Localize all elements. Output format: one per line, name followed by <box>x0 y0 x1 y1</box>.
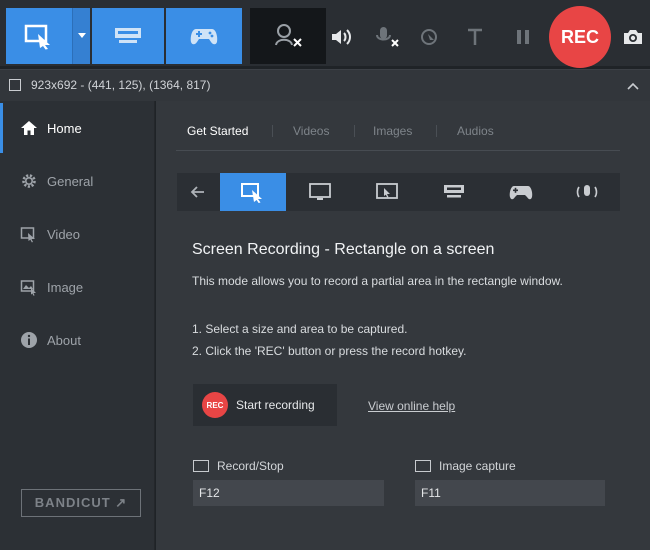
speaker-icon <box>332 29 351 45</box>
mode-selector <box>177 173 620 211</box>
rec-badge-icon: REC <box>202 392 228 418</box>
instruction-step: 2. Click the 'REC' button or press the r… <box>192 344 467 358</box>
mode-rectangle-button[interactable] <box>220 173 286 211</box>
hotkey-label-text: Record/Stop <box>217 459 284 473</box>
sidebar-item-image[interactable]: Image <box>0 262 155 312</box>
sidebar-item-about[interactable]: About <box>0 315 155 365</box>
start-recording-label: Start recording <box>236 398 315 412</box>
audio-icon <box>576 185 598 198</box>
sidebar-item-label: About <box>47 332 81 348</box>
hotkey-label-text: Image capture <box>439 459 516 473</box>
tab-separator <box>354 125 355 137</box>
start-recording-button[interactable]: REC Start recording <box>193 384 337 426</box>
sidebar-item-label: General <box>47 173 94 189</box>
page-title: Screen Recording - Rectangle on a screen <box>192 241 495 258</box>
image-capture-hotkey-field[interactable]: F11 <box>415 480 605 506</box>
pause-icon <box>517 30 529 44</box>
chevron-up-icon <box>627 82 639 90</box>
cursor-effect-icon <box>421 29 437 45</box>
cursor-effect-button[interactable] <box>416 20 442 54</box>
video-icon <box>19 224 39 244</box>
tab-separator <box>436 125 437 137</box>
gamepad-icon <box>190 29 218 45</box>
rectangle-mode-icon <box>24 24 50 50</box>
keyboard-icon <box>415 460 431 472</box>
mode-dropdown-button[interactable] <box>72 8 90 64</box>
sidebar-item-label: Image <box>47 279 84 295</box>
microphone-button[interactable] <box>372 20 402 54</box>
sidebar-item-label: Home <box>47 120 82 136</box>
main-panel: Get Started Videos Images Audios Screen … <box>156 101 650 550</box>
capture-area-info: 923x692 - (441, 125), (1364, 817) <box>31 78 211 92</box>
keyboard-icon <box>193 460 209 472</box>
instruction-step: 1. Select a size and area to be captured… <box>192 322 408 336</box>
record-button[interactable]: REC <box>549 6 611 68</box>
collapse-button[interactable] <box>626 78 640 96</box>
speaker-button[interactable] <box>326 20 356 54</box>
arrow-left-icon <box>190 186 204 198</box>
pause-button[interactable] <box>510 20 536 54</box>
gamepad-icon <box>509 186 533 200</box>
text-icon <box>468 28 482 45</box>
device-mode-button[interactable] <box>92 8 164 64</box>
mode-around-mouse-button[interactable] <box>354 173 420 211</box>
sidebar-item-video[interactable]: Video <box>0 209 155 259</box>
online-help-link[interactable]: View online help <box>368 399 455 413</box>
rectangle-mode-icon <box>241 183 262 203</box>
back-button[interactable] <box>177 173 219 211</box>
status-bar: 923x692 - (441, 125), (1364, 817) <box>0 69 650 101</box>
tab-divider <box>176 150 620 151</box>
monitor-icon <box>309 183 331 200</box>
mode-fullscreen-button[interactable] <box>287 173 353 211</box>
rectangle-mode-button[interactable] <box>6 8 72 64</box>
record-stop-hotkey-field[interactable]: F12 <box>193 480 384 506</box>
gear-icon <box>19 171 39 191</box>
text-overlay-button[interactable] <box>462 20 488 54</box>
sidebar-item-label: Video <box>47 226 81 242</box>
webcam-off-icon <box>275 24 302 47</box>
screenshot-button[interactable] <box>620 24 646 50</box>
image-icon <box>19 277 39 297</box>
tab-separator <box>272 125 273 137</box>
cursor-area-icon <box>376 183 398 199</box>
sidebar-item-home[interactable]: Home <box>0 103 155 153</box>
webcam-toggle-button[interactable] <box>250 8 326 64</box>
game-mode-button[interactable] <box>166 8 242 64</box>
mode-description: This mode allows you to record a partial… <box>192 274 563 288</box>
area-lock-checkbox[interactable] <box>9 79 21 91</box>
tab-audios[interactable]: Audios <box>457 124 494 138</box>
tab-videos[interactable]: Videos <box>293 124 329 138</box>
tab-get-started[interactable]: Get Started <box>187 124 248 138</box>
image-capture-hotkey-label: Image capture <box>415 459 516 473</box>
mode-game-button[interactable] <box>488 173 554 211</box>
camera-icon <box>624 30 642 44</box>
record-stop-hotkey-label: Record/Stop <box>193 459 284 473</box>
info-icon <box>19 330 39 350</box>
microphone-off-icon <box>376 27 399 47</box>
hdmi-icon <box>444 185 464 198</box>
chevron-down-icon <box>77 33 86 38</box>
sidebar: Home General Video Image About BANDICUT … <box>0 101 155 550</box>
mode-audio-button[interactable] <box>554 173 620 211</box>
top-toolbar: REC <box>0 0 650 68</box>
hdmi-icon <box>115 28 141 43</box>
home-icon <box>19 118 39 138</box>
bandicut-link[interactable]: BANDICUT ↗ <box>21 489 141 517</box>
sidebar-item-general[interactable]: General <box>0 156 155 206</box>
mode-device-button[interactable] <box>421 173 487 211</box>
tab-images[interactable]: Images <box>373 124 412 138</box>
